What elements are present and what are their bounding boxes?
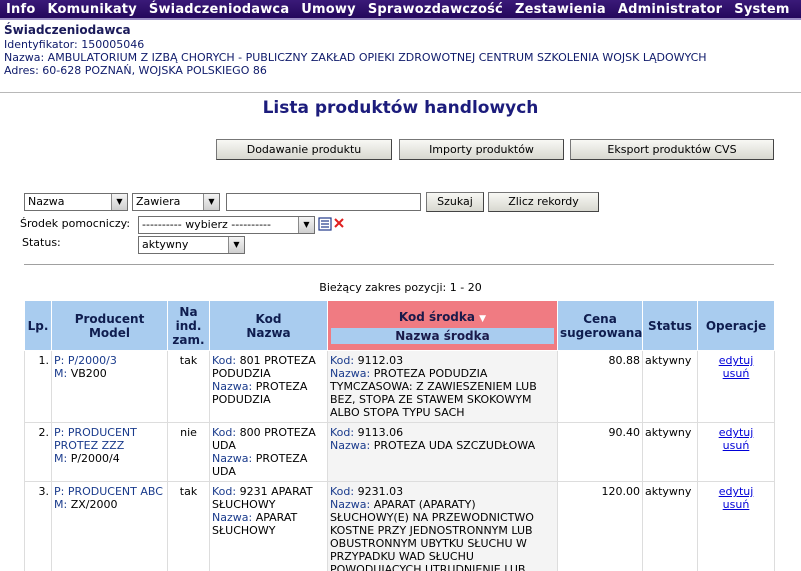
aid-label: Środek pomocniczy:: [20, 217, 131, 230]
list-icon[interactable]: [318, 217, 332, 231]
price-cell: 90.40: [557, 422, 643, 482]
provider-address: Adres: 60-628 POZNAŃ, WOJSKA POLSKIEGO 8…: [4, 64, 267, 77]
provider-id: Identyfikator: 150005046: [4, 38, 145, 51]
divider: [24, 264, 774, 265]
row-number: 2.: [24, 422, 52, 482]
code-name-cell: Kod: 800 PROTEZA UDA Nazwa: PROTEZA UDA: [209, 422, 328, 482]
divider: [0, 92, 801, 93]
operations-cell: edytuj usuń: [697, 422, 775, 482]
sort-desc-icon: ▼: [479, 314, 487, 324]
status-select-value: aktywny: [142, 238, 189, 251]
col-producer[interactable]: Producent Model: [51, 300, 168, 351]
status-cell: aktywny: [642, 422, 698, 482]
add-product-button[interactable]: Dodawanie produktu: [216, 139, 392, 160]
individual-order-cell: tak: [167, 481, 210, 571]
table-row: 3. P: PRODUCENT ABC M: ZX/2000 tak Kod: 9231…: [24, 481, 775, 571]
chevron-down-icon: ▼: [111, 194, 127, 210]
col-lp: Lp.: [24, 300, 52, 351]
edit-link[interactable]: edytuj: [700, 354, 772, 367]
aid-select-value: ---------- wybierz ----------: [142, 218, 271, 231]
operations-cell: edytuj usuń: [697, 481, 775, 571]
provider-info: Świadczeniodawca Identyfikator: 15000504…: [4, 23, 707, 77]
clear-icon[interactable]: [333, 217, 345, 229]
col-code-name[interactable]: Kod Nazwa: [209, 300, 328, 351]
operations-cell: edytuj usuń: [697, 350, 775, 423]
menu-system[interactable]: System: [728, 2, 795, 17]
count-records-button[interactable]: Zlicz rekordy: [488, 192, 599, 212]
table-row: 2. P: PRODUCENT PROTEZ ZZZ M: P/2000/4 nie K…: [24, 422, 775, 482]
menu-info[interactable]: Info: [0, 2, 41, 17]
producer-cell: P: PRODUCENT PROTEZ ZZZ M: P/2000/4: [51, 422, 168, 482]
menu-swiadczeniodawca[interactable]: Świadczeniodawca: [143, 2, 295, 17]
products-table: Lp. Producent Model Na ind. zam. Kod Nazwa K…: [24, 300, 775, 571]
row-number: 1.: [24, 350, 52, 423]
individual-order-cell: nie: [167, 422, 210, 482]
edit-link[interactable]: edytuj: [700, 485, 772, 498]
edit-link[interactable]: edytuj: [700, 426, 772, 439]
sort-header-label: Kod środka: [398, 310, 475, 324]
menu-zestawienia[interactable]: Zestawienia: [509, 2, 612, 17]
col-operations: Operacje: [697, 300, 775, 351]
col-individual-order[interactable]: Na ind. zam.: [167, 300, 210, 351]
chevron-down-icon: ▼: [228, 237, 244, 253]
aid-select[interactable]: ---------- wybierz ---------- ▼: [138, 216, 315, 234]
aid-name-header[interactable]: Nazwa środka: [331, 328, 554, 344]
price-cell: 80.88: [557, 350, 643, 423]
field-select-value: Nazwa: [28, 195, 65, 208]
range-info: Bieżący zakres pozycji: 1 - 20: [319, 281, 482, 294]
search-input[interactable]: [226, 193, 421, 211]
producer-cell: P: PRODUCENT ABC M: ZX/2000: [51, 481, 168, 571]
chevron-down-icon: ▼: [298, 217, 314, 233]
delete-link[interactable]: usuń: [700, 439, 772, 452]
aid-cell: Kod: 9231.03 Nazwa: APARAT (APARATY) SŁUC…: [327, 481, 558, 571]
table-row: 1. P: P/2000/3 M: VB200 tak Kod: 801 PROTEZA…: [24, 350, 775, 423]
price-cell: 120.00: [557, 481, 643, 571]
page-title: Lista produktów handlowych: [262, 98, 539, 118]
import-products-button[interactable]: Importy produktów: [399, 139, 564, 160]
operator-select[interactable]: Zawiera ▼: [132, 193, 220, 211]
menu-sprawozdawczosc[interactable]: Sprawozdawczość: [362, 2, 509, 17]
producer-cell: P: P/2000/3 M: VB200: [51, 350, 168, 423]
aid-cell: Kod: 9113.06 Nazwa: PROTEZA UDA SZCZUDŁOW…: [327, 422, 558, 482]
aid-cell: Kod: 9112.03 Nazwa: PROTEZA PODUDZIA TYMC…: [327, 350, 558, 423]
provider-name: Nazwa: AMBULATORIUM Z IZBĄ CHORYCH - PUB…: [4, 51, 707, 64]
code-name-cell: Kod: 801 PROTEZA PODUDZIA Nazwa: PROTEZA …: [209, 350, 328, 423]
menu-komunikaty[interactable]: Komunikaty: [41, 2, 142, 17]
export-products-button[interactable]: Eksport produktów CVS: [570, 139, 774, 160]
individual-order-cell: tak: [167, 350, 210, 423]
col-status[interactable]: Status: [642, 300, 698, 351]
row-number: 3.: [24, 481, 52, 571]
status-cell: aktywny: [642, 481, 698, 571]
delete-link[interactable]: usuń: [700, 367, 772, 380]
col-aid-code-sorted[interactable]: Kod środka ▼ Nazwa środka: [327, 300, 558, 351]
chevron-down-icon: ▼: [203, 194, 219, 210]
col-price[interactable]: Cena sugerowana: [557, 300, 643, 351]
search-button[interactable]: Szukaj: [426, 192, 484, 212]
menu-umowy[interactable]: Umowy: [295, 2, 362, 17]
provider-title: Świadczeniodawca: [4, 23, 131, 37]
main-menu-bar: Info Komunikaty Świadczeniodawca Umowy S…: [0, 0, 801, 20]
code-name-cell: Kod: 9231 APARAT SŁUCHOWY Nazwa: APARAT S…: [209, 481, 328, 571]
delete-link[interactable]: usuń: [700, 498, 772, 511]
field-select[interactable]: Nazwa ▼: [24, 193, 128, 211]
operator-select-value: Zawiera: [136, 195, 181, 208]
status-select[interactable]: aktywny ▼: [138, 236, 245, 254]
status-label: Status:: [22, 236, 61, 249]
menu-administrator[interactable]: Administrator: [612, 2, 728, 17]
status-cell: aktywny: [642, 350, 698, 423]
